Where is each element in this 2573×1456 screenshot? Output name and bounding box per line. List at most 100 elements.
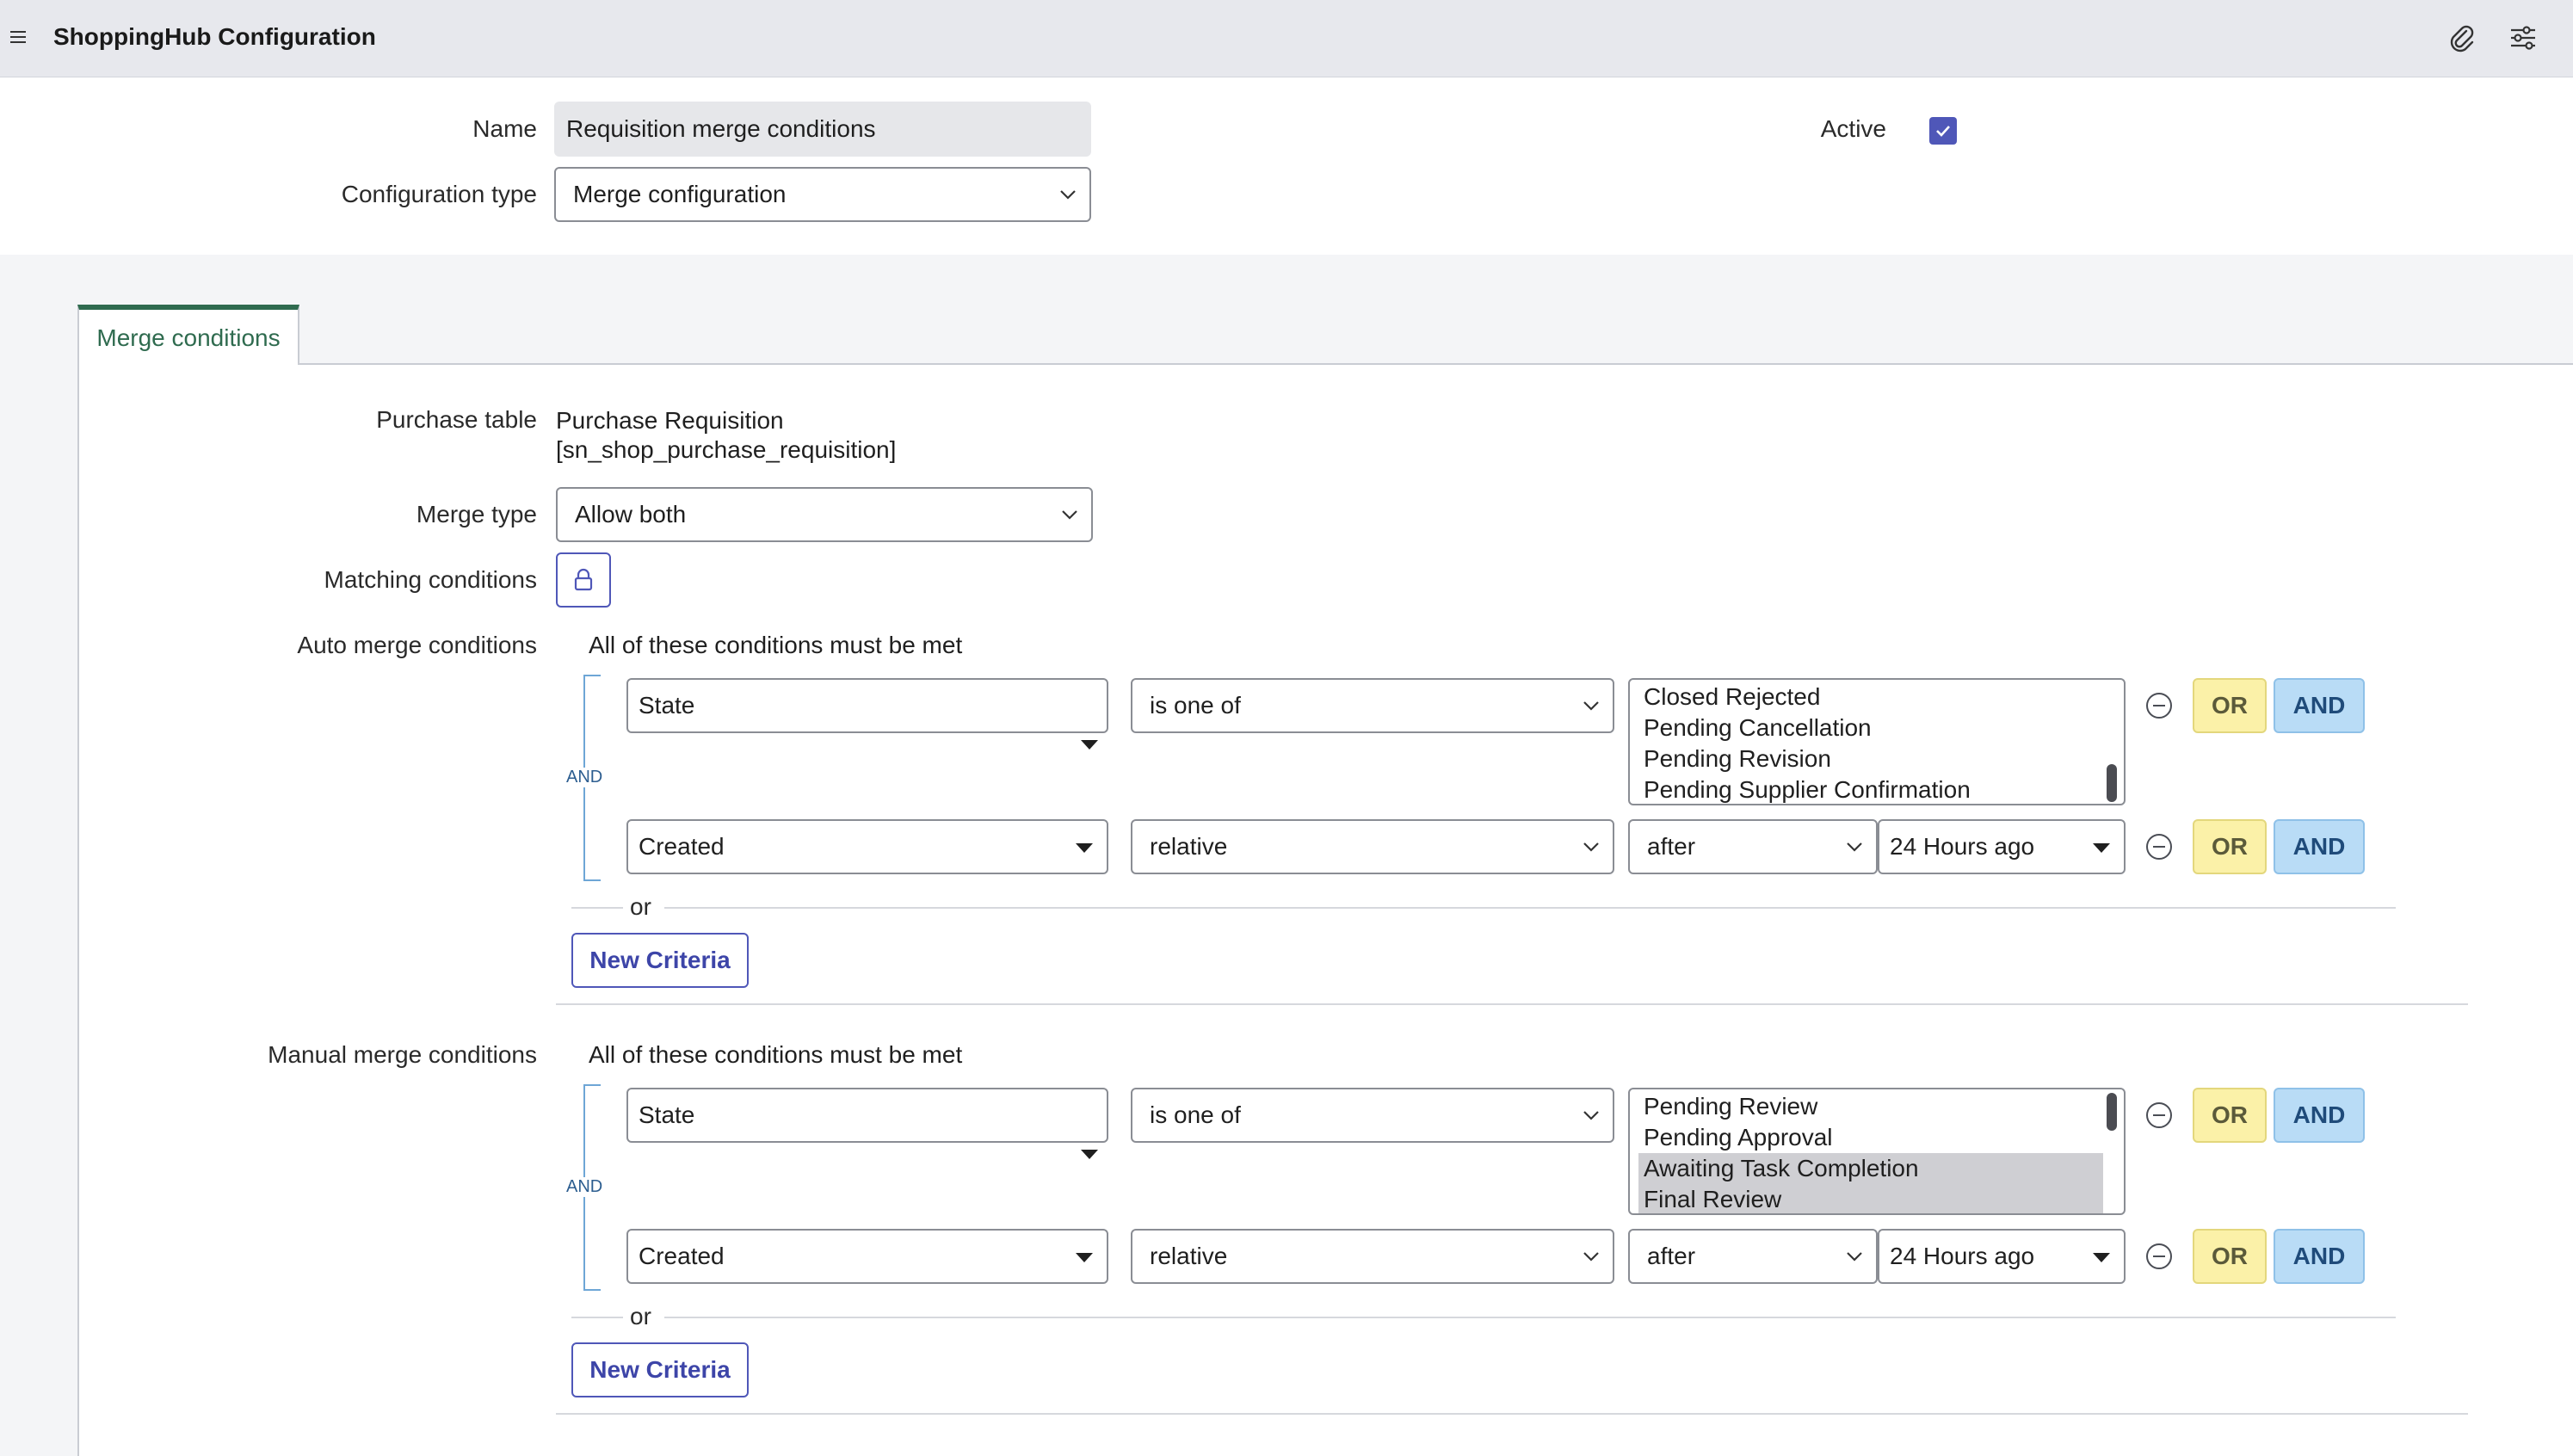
remove-condition-icon[interactable] (2144, 691, 2174, 720)
manual-row2-amount-value: 24 Hours ago (1890, 1243, 2035, 1269)
list-item-selected[interactable]: Awaiting Task Completion (1638, 1153, 2103, 1184)
auto-row2-amount-select[interactable]: 24 Hours ago (1878, 819, 2126, 874)
config-type-label: Configuration type (341, 181, 537, 207)
manual-row2-direction-select[interactable]: after (1628, 1229, 1878, 1284)
auto-row2-direction-select[interactable]: after (1628, 819, 1878, 874)
and-button[interactable]: AND (2274, 1229, 2365, 1284)
chevron-down-icon (1583, 1111, 1599, 1120)
purchase-table-name: Purchase Requisition (556, 407, 784, 434)
manual-row2-operator-value: relative (1150, 1243, 1228, 1269)
auto-row2-direction-value: after (1647, 833, 1696, 860)
manual-row1-field-value: State (639, 1101, 695, 1128)
matching-conditions-lock-button[interactable] (556, 552, 611, 608)
and-button[interactable]: AND (2274, 678, 2365, 733)
manual-row2-amount-select[interactable]: 24 Hours ago (1878, 1229, 2126, 1284)
list-item[interactable]: Pending Supplier Confirmation (1644, 774, 2112, 804)
auto-row2-field-select[interactable]: Created (626, 819, 1108, 874)
section-divider (556, 1003, 2468, 1005)
auto-row1-operator-value: is one of (1150, 692, 1241, 719)
divider (571, 907, 623, 909)
caret-down-icon[interactable] (1081, 740, 1098, 750)
section-divider (556, 1413, 2468, 1415)
list-item[interactable]: Pending Revision (1644, 743, 2112, 774)
auto-row2-operator-select[interactable]: relative (1131, 819, 1614, 874)
manual-row2-direction-value: after (1647, 1243, 1696, 1269)
remove-condition-icon[interactable] (2144, 832, 2174, 861)
manual-new-criteria-button[interactable]: New Criteria (571, 1342, 749, 1397)
purchase-table-value: Purchase Requisition [sn_shop_purchase_r… (556, 406, 896, 465)
manual-row1-operator-value: is one of (1150, 1101, 1241, 1128)
manual-row1-value-listbox[interactable]: Pending Review Pending Approval Awaiting… (1628, 1088, 2126, 1215)
list-item[interactable]: Pending Review (1644, 1091, 2112, 1122)
merge-type-value: Allow both (575, 501, 687, 527)
check-icon (1936, 126, 1950, 137)
form-header-section: Name Requisition merge conditions Active… (0, 77, 2573, 255)
caret-down-icon (2093, 1253, 2110, 1262)
auto-or-label: or (630, 893, 651, 920)
and-button[interactable]: AND (2274, 1088, 2365, 1143)
caret-down-icon (2093, 843, 2110, 853)
or-button[interactable]: OR (2193, 819, 2267, 874)
scrollbar-thumb[interactable] (2107, 1093, 2117, 1131)
tab-bar: Merge conditions (77, 303, 2573, 367)
list-item[interactable]: Closed Rejected (1644, 682, 2112, 713)
auto-merge-heading: All of these conditions must be met (589, 632, 963, 658)
manual-row2-operator-select[interactable]: relative (1131, 1229, 1614, 1284)
auto-row1-operator-select[interactable]: is one of (1131, 678, 1614, 733)
manual-row2-field-value: Created (639, 1243, 725, 1269)
config-type-select[interactable]: Merge configuration (554, 167, 1091, 222)
or-button[interactable]: OR (2193, 1088, 2267, 1143)
sliders-icon[interactable] (2506, 21, 2540, 55)
menu-icon[interactable] (7, 24, 33, 50)
divider (571, 1317, 623, 1318)
auto-row2-amount-value: 24 Hours ago (1890, 833, 2035, 860)
auto-row1-field-value: State (639, 692, 695, 719)
manual-and-label: AND (565, 1177, 605, 1197)
remove-condition-icon[interactable] (2144, 1242, 2174, 1271)
chevron-down-icon (1847, 842, 1862, 852)
matching-conditions-label: Matching conditions (324, 566, 537, 593)
active-checkbox[interactable] (1929, 117, 1957, 145)
auto-and-label: AND (565, 768, 605, 787)
merge-type-label: Merge type (416, 501, 537, 527)
list-item[interactable]: Pending Cancellation (1644, 713, 2112, 743)
auto-merge-label: Auto merge conditions (297, 632, 537, 658)
list-item[interactable]: Pending Approval (1644, 1122, 2112, 1153)
chevron-down-icon (1062, 510, 1077, 520)
manual-row1-operator-select[interactable]: is one of (1131, 1088, 1614, 1143)
remove-condition-icon[interactable] (2144, 1101, 2174, 1130)
auto-row1-field-select[interactable]: State (626, 678, 1108, 733)
manual-or-label: or (630, 1303, 651, 1330)
or-button[interactable]: OR (2193, 678, 2267, 733)
chevron-down-icon (1583, 1252, 1599, 1262)
auto-row2-operator-value: relative (1150, 833, 1228, 860)
auto-row2-field-value: Created (639, 833, 725, 860)
scrollbar-thumb[interactable] (2107, 764, 2117, 802)
name-field: Requisition merge conditions (554, 102, 1091, 157)
merge-type-select[interactable]: Allow both (556, 487, 1093, 542)
divider (664, 1317, 2396, 1318)
config-type-value: Merge configuration (573, 181, 787, 207)
auto-row1-value-listbox[interactable]: Closed Rejected Pending Cancellation Pen… (1628, 678, 2126, 805)
tab-merge-conditions[interactable]: Merge conditions (77, 305, 299, 367)
page-title: ShoppingHub Configuration (53, 23, 376, 50)
or-button[interactable]: OR (2193, 1229, 2267, 1284)
app-header: ShoppingHub Configuration (0, 0, 2573, 77)
caret-down-icon (1076, 843, 1093, 853)
manual-row1-field-select[interactable]: State (626, 1088, 1108, 1143)
name-label: Name (472, 115, 537, 142)
manual-merge-label: Manual merge conditions (268, 1041, 537, 1068)
lock-icon (574, 568, 593, 591)
divider (664, 907, 2396, 909)
caret-down-icon[interactable] (1081, 1150, 1098, 1159)
merge-conditions-panel (77, 365, 2573, 1456)
paperclip-icon[interactable] (2444, 21, 2478, 55)
auto-new-criteria-button[interactable]: New Criteria (571, 933, 749, 988)
chevron-down-icon (1847, 1252, 1862, 1262)
manual-row2-field-select[interactable]: Created (626, 1229, 1108, 1284)
chevron-down-icon (1060, 190, 1076, 200)
manual-merge-heading: All of these conditions must be met (589, 1041, 963, 1068)
list-item-selected[interactable]: Final Review (1638, 1184, 2103, 1213)
purchase-table-id: [sn_shop_purchase_requisition] (556, 436, 897, 463)
and-button[interactable]: AND (2274, 819, 2365, 874)
